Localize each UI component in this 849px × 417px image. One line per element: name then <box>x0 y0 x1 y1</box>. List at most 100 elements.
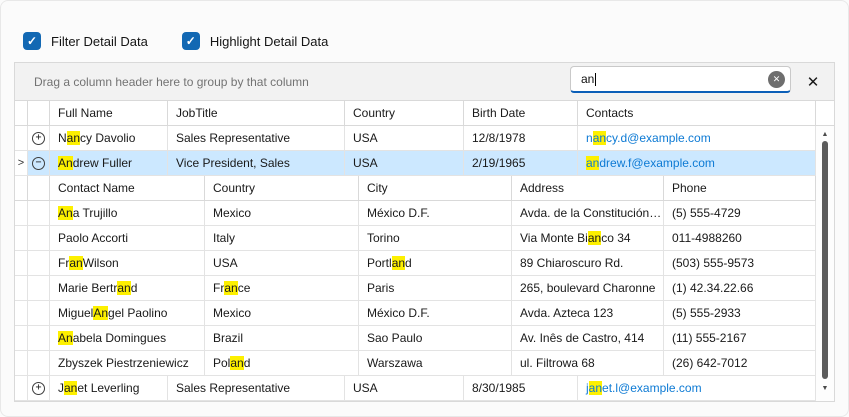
search-match-highlight: an <box>117 281 130 295</box>
scroll-down-icon[interactable]: ▼ <box>816 383 834 393</box>
detail-gutter-cell <box>28 276 50 301</box>
search-match-highlight: an <box>67 131 80 145</box>
highlight-detail-data-checkbox[interactable]: ✓ <box>182 32 200 50</box>
detail-cell: Av. Inês de Castro, 414 <box>512 326 664 351</box>
scroll-up-icon[interactable]: ▲ <box>816 129 834 139</box>
collapse-row-icon[interactable]: − <box>32 157 45 170</box>
detail-row-3[interactable]: Marie BertrandFranceParis265, boulevard … <box>15 276 816 301</box>
detail-cell: Brazil <box>205 326 359 351</box>
filter-detail-data-checkbox[interactable]: ✓ <box>23 32 41 50</box>
search-match-highlight: an <box>392 256 405 270</box>
search-match-highlight: an <box>589 381 602 395</box>
detail-cell: Paolo Accorti <box>50 226 205 251</box>
vertical-scrollbar[interactable]: ▲ ▼ <box>816 101 834 401</box>
master-column-header-contacts[interactable]: Contacts <box>578 101 816 126</box>
detail-row-2[interactable]: Fran WilsonUSAPortland89 Chiaroscuro Rd.… <box>15 251 816 276</box>
detail-gutter-cell <box>15 276 28 301</box>
expand-row-icon[interactable]: + <box>32 382 45 395</box>
detail-column-header-contact-name[interactable]: Contact Name <box>50 176 205 201</box>
master-cell: USA <box>345 376 464 401</box>
detail-cell: (5) 555-4729 <box>664 201 816 226</box>
detail-row-4[interactable]: Miguel Angel PaolinoMexicoMéxico D.F.Avd… <box>15 301 816 326</box>
search-match-highlight: An <box>58 331 73 345</box>
detail-gutter-header <box>15 176 28 201</box>
grid-body: Full NameJobTitleCountryBirth DateContac… <box>15 101 834 401</box>
detail-cell: México D.F. <box>359 201 512 226</box>
search-match-highlight: An <box>58 156 73 170</box>
detail-header-row: Contact NameCountryCityAddressPhone <box>15 176 816 201</box>
master-cell: Vice President, Sales <box>168 151 345 176</box>
expand-row-icon[interactable]: + <box>32 132 45 145</box>
data-grid: Drag a column header here to group by th… <box>14 62 835 402</box>
detail-cell: 265, boulevard Charonne <box>512 276 664 301</box>
email-link-cell[interactable]: nancy.d@example.com <box>578 126 816 151</box>
clear-search-icon[interactable]: ✕ <box>768 71 785 88</box>
email-link-cell[interactable]: andrew.f@example.com <box>578 151 816 176</box>
detail-column-header-address[interactable]: Address <box>512 176 664 201</box>
master-column-header-country[interactable]: Country <box>345 101 464 126</box>
expand-cell: − <box>28 151 50 176</box>
search-match-highlight: an <box>593 131 606 145</box>
detail-cell: Sao Paulo <box>359 326 512 351</box>
search-match-highlight: an <box>588 231 601 245</box>
master-column-header-birth-date[interactable]: Birth Date <box>464 101 578 126</box>
master-expand-column-header <box>28 101 50 126</box>
detail-column-header-phone[interactable]: Phone <box>664 176 816 201</box>
row-focus-indicator-cell <box>15 376 28 401</box>
search-match-highlight: an <box>230 356 243 370</box>
search-match-highlight: an <box>224 281 237 295</box>
group-by-panel[interactable]: Drag a column header here to group by th… <box>15 63 834 101</box>
detail-cell: Marie Bertrand <box>50 276 205 301</box>
master-cell: 8/30/1985 <box>464 376 578 401</box>
detail-gutter-cell <box>28 201 50 226</box>
detail-column-header-country[interactable]: Country <box>205 176 359 201</box>
master-column-header-full-name[interactable]: Full Name <box>50 101 168 126</box>
master-cell: 2/19/1965 <box>464 151 578 176</box>
close-search-panel-icon[interactable]: ✕ <box>803 72 823 92</box>
master-column-header-jobtitle[interactable]: JobTitle <box>168 101 345 126</box>
scrollbar-thumb[interactable] <box>822 141 828 379</box>
master-row-2[interactable]: + Janet LeverlingSales RepresentativeUSA8… <box>15 376 816 401</box>
master-cell: Janet Leverling <box>50 376 168 401</box>
detail-row-6[interactable]: Zbyszek PiestrzeniewiczPolandWarszawaul.… <box>15 351 816 376</box>
detail-cell: (11) 555-2167 <box>664 326 816 351</box>
toolbar: ✓ Filter Detail Data ✓ Highlight Detail … <box>23 32 328 50</box>
detail-cell: Italy <box>205 226 359 251</box>
search-input[interactable]: an ✕ <box>570 66 791 93</box>
detail-cell: 89 Chiaroscuro Rd. <box>512 251 664 276</box>
detail-cell: (26) 642-7012 <box>664 351 816 376</box>
detail-cell: Avda. de la Constitución… <box>512 201 664 226</box>
detail-cell: Miguel Angel Paolino <box>50 301 205 326</box>
detail-row-5[interactable]: Anabela DominguesBrazilSao PauloAv. Inês… <box>15 326 816 351</box>
focused-row-indicator-icon: > <box>18 157 24 169</box>
row-focus-indicator-cell: > <box>15 151 28 176</box>
master-row-0[interactable]: +Nancy DavolioSales RepresentativeUSA12/… <box>15 126 816 151</box>
detail-gutter-cell <box>15 351 28 376</box>
detail-cell: USA <box>205 251 359 276</box>
filter-detail-data-label: Filter Detail Data <box>51 34 148 49</box>
detail-gutter-cell <box>15 226 28 251</box>
detail-row-0[interactable]: Ana TrujilloMexicoMéxico D.F.Avda. de la… <box>15 201 816 226</box>
detail-gutter-cell <box>15 301 28 326</box>
detail-cell: México D.F. <box>359 301 512 326</box>
detail-gutter-cell <box>28 326 50 351</box>
window: ✓ Filter Detail Data ✓ Highlight Detail … <box>0 0 849 417</box>
search-match-highlight: an <box>586 156 599 170</box>
master-row-1[interactable]: >−Andrew FullerVice President, SalesUSA2… <box>15 151 816 176</box>
detail-gutter-cell <box>28 226 50 251</box>
detail-cell: Fran Wilson <box>50 251 205 276</box>
master-header-row: Full NameJobTitleCountryBirth DateContac… <box>15 101 816 126</box>
search-match-highlight: An <box>93 306 108 320</box>
search-match-highlight: an <box>69 256 82 270</box>
detail-row-1[interactable]: Paolo AccortiItalyTorinoVia Monte Bianco… <box>15 226 816 251</box>
detail-cell: Portland <box>359 251 512 276</box>
detail-cell: (503) 555-9573 <box>664 251 816 276</box>
detail-column-header-city[interactable]: City <box>359 176 512 201</box>
master-cell: Sales Representative <box>168 376 345 401</box>
master-cell: Nancy Davolio <box>50 126 168 151</box>
detail-cell: Avda. Azteca 123 <box>512 301 664 326</box>
email-link-cell[interactable]: janet.l@example.com <box>578 376 816 401</box>
detail-cell: (5) 555-2933 <box>664 301 816 326</box>
detail-cell: 011-4988260 <box>664 226 816 251</box>
row-focus-indicator-cell <box>15 126 28 151</box>
